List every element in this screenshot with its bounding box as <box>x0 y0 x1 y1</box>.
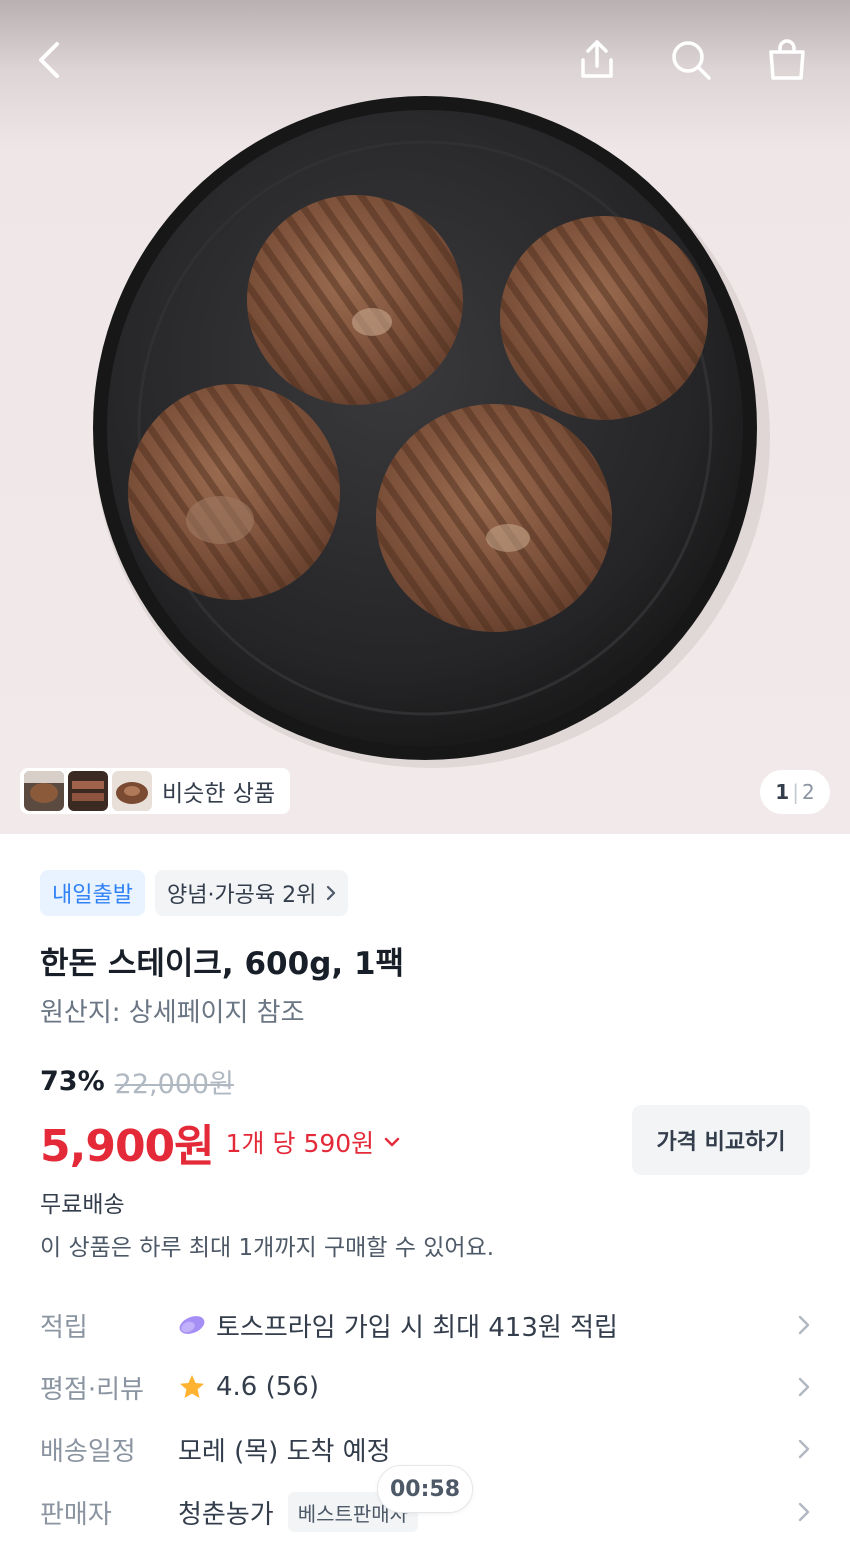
product-title: 한돈 스테이크, 600g, 1팩 <box>40 946 405 982</box>
similar-products-label: 비슷한 상품 <box>162 781 276 807</box>
toss-prime-icon <box>178 1314 206 1336</box>
similar-products-button[interactable]: 비슷한 상품 <box>20 768 290 814</box>
rating-label: 평점·리뷰 <box>40 1374 144 1405</box>
rating-row[interactable]: 평점·리뷰 4.6 (56) <box>40 1362 810 1412</box>
compare-price-button[interactable]: 가격 비교하기 <box>632 1105 810 1175</box>
chevron-left-icon <box>39 42 59 78</box>
back-button[interactable] <box>20 30 80 90</box>
product-badges: 내일출발 양념·가공육 2위 <box>40 870 349 916</box>
search-icon <box>672 41 711 80</box>
rating-value: 4.6 (56) <box>216 1372 319 1402</box>
shopping-bag-icon <box>769 39 805 80</box>
unit-price: 1개 당 590원 <box>225 1129 375 1158</box>
chevron-right-icon <box>798 1315 810 1335</box>
points-row[interactable]: 적립 토스프라임 가입 시 최대 413원 적립 <box>40 1300 810 1350</box>
star-icon <box>178 1373 206 1401</box>
image-page-indicator: 1 | 2 <box>760 770 830 814</box>
similar-product-thumbnail <box>24 771 64 811</box>
discount-row: 73% 22,000원 <box>40 1062 234 1101</box>
search-button[interactable] <box>661 30 721 90</box>
delivery-schedule-value: 모레 (목) 도착 예정 <box>178 1436 391 1467</box>
cart-button[interactable] <box>757 30 817 90</box>
countdown-timer: 00:58 <box>377 1465 473 1513</box>
price-row: 5,900원 1개 당 590원 <box>40 1110 400 1174</box>
page-separator: | <box>792 780 799 804</box>
share-button[interactable] <box>567 30 627 90</box>
purchase-limit-notice: 이 상품은 하루 최대 1개까지 구매할 수 있어요. <box>40 1235 495 1261</box>
points-label: 적립 <box>40 1312 88 1343</box>
ranking-badge[interactable]: 양념·가공육 2위 <box>154 870 349 916</box>
chevron-right-icon <box>798 1502 810 1522</box>
points-value: 토스프라임 가입 시 최대 413원 적립 <box>216 1312 618 1343</box>
chevron-down-icon <box>384 1137 400 1147</box>
chevron-right-icon <box>327 885 336 901</box>
product-photo <box>93 96 770 768</box>
delivery-schedule-label: 배송일정 <box>40 1436 136 1467</box>
seller-name: 청춘농가 <box>178 1499 274 1530</box>
shipping-info: 무료배송 <box>40 1192 125 1218</box>
discount-rate: 73% <box>40 1066 105 1097</box>
total-pages: 2 <box>801 780 815 804</box>
similar-product-thumbnail <box>68 771 108 811</box>
chevron-right-icon <box>798 1377 810 1397</box>
similar-product-thumbnail <box>112 771 152 811</box>
product-image-gallery[interactable]: 비슷한 상품 1 | 2 <box>0 0 850 834</box>
sale-price: 5,900원 <box>40 1121 215 1172</box>
ranking-label: 양념·가공육 2위 <box>166 883 317 908</box>
delivery-badge: 내일출발 <box>40 870 145 916</box>
share-icon <box>581 40 613 78</box>
chevron-right-icon <box>798 1439 810 1459</box>
unit-price-toggle[interactable]: 1개 당 590원 <box>226 1124 401 1160</box>
product-origin: 원산지: 상세페이지 참조 <box>40 998 305 1028</box>
current-page: 1 <box>775 780 790 804</box>
original-price: 22,000원 <box>114 1069 234 1100</box>
seller-label: 판매자 <box>40 1499 112 1530</box>
